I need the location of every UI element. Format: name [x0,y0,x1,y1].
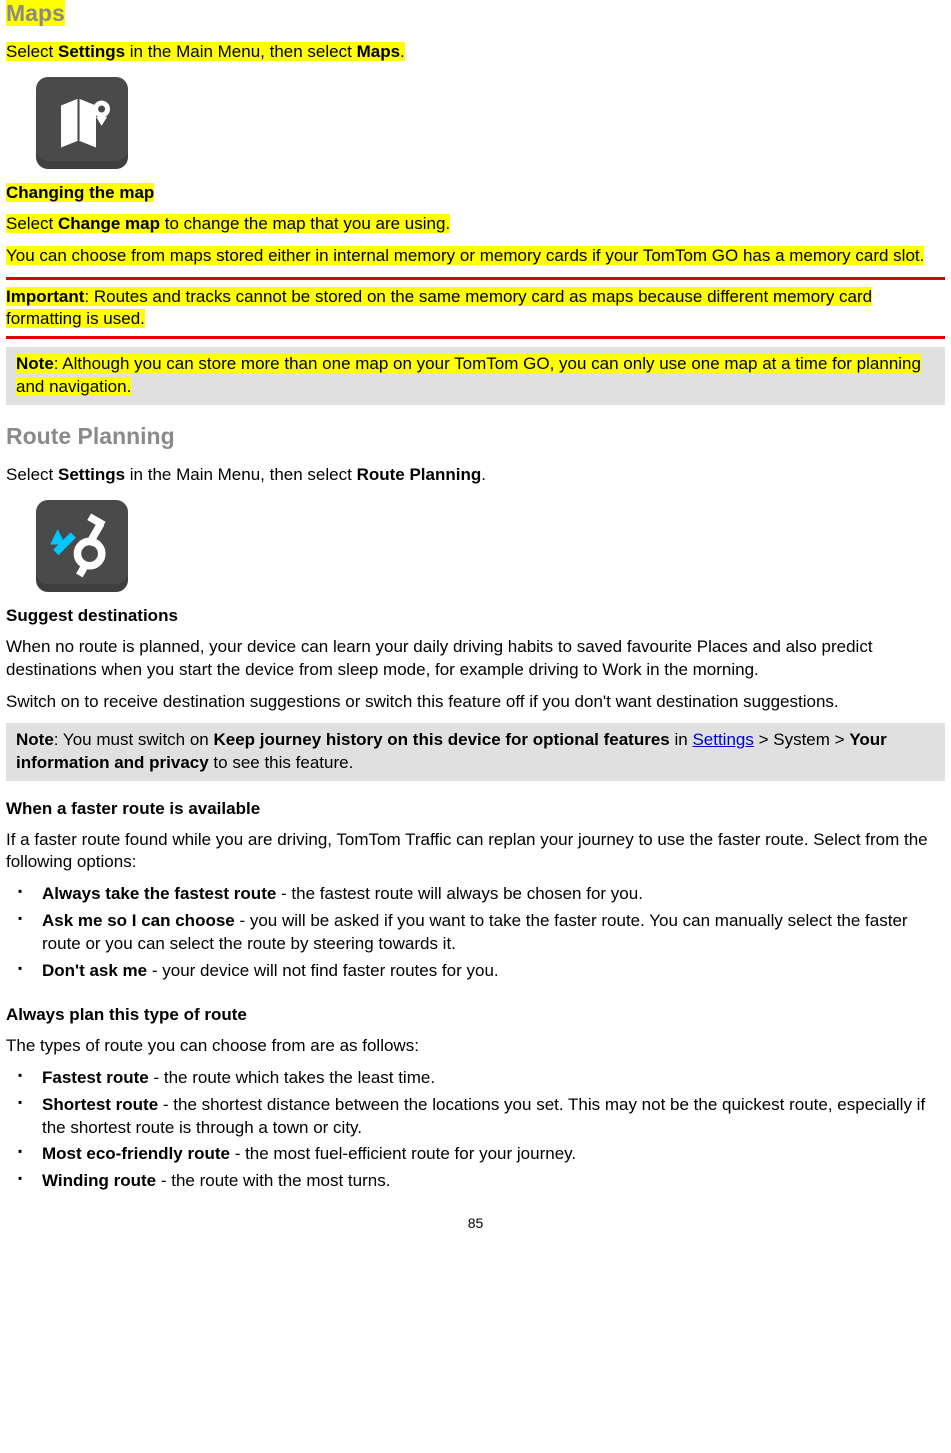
settings-label: Settings [58,42,125,61]
text: . [400,42,405,61]
note-label: Note [16,730,54,749]
option-label: Shortest route [42,1095,158,1114]
route-section: Route Planning Select Settings in the Ma… [6,423,945,1193]
text: to change the map that you are using. [160,214,450,233]
text: . [481,465,486,484]
text: > System > [754,730,849,749]
option-desc: - the route with the most turns. [156,1171,390,1190]
option-desc: - the route which takes the least time. [149,1068,435,1087]
text: in [670,730,693,749]
faster-options-list: Always take the fastest route - the fast… [6,883,945,983]
change-map-label: Change map [58,214,160,233]
option-label: Always take the fastest route [42,884,276,903]
page-number: 85 [6,1215,945,1231]
maps-note-box: Note: Although you can store more than o… [6,347,945,405]
option-desc: - the most fuel-efficient route for your… [230,1144,576,1163]
route-planning-icon [36,500,128,592]
suggest-subhead: Suggest destinations [6,606,178,625]
divider [6,277,945,280]
option-label: Fastest route [42,1068,149,1087]
change-map-line: Select Change map to change the map that… [6,213,945,235]
suggest-p2: Switch on to receive destination suggest… [6,691,945,713]
text: Select [6,42,58,61]
changing-map-subhead: Changing the map [6,183,154,202]
option-label: Ask me so I can choose [42,911,235,930]
list-item: Always take the fastest route - the fast… [6,883,945,906]
option-label: Winding route [42,1171,156,1190]
route-intro: Select Settings in the Main Menu, then s… [6,464,945,486]
plan-subhead: Always plan this type of route [6,1005,247,1024]
important-line: Important: Routes and tracks cannot be s… [6,286,945,330]
route-note-box: Note: You must switch on Keep journey hi… [6,723,945,781]
list-item: Most eco-friendly route - the most fuel-… [6,1143,945,1166]
text: to see this feature. [209,753,354,772]
text: in the Main Menu, then select [125,465,357,484]
suggest-p1: When no route is planned, your device ca… [6,636,945,680]
option-label: Most eco-friendly route [42,1144,230,1163]
maps-label: Maps [357,42,400,61]
text: in the Main Menu, then select [125,42,357,61]
section-heading-maps: Maps [6,0,65,26]
plan-intro: The types of route you can choose from a… [6,1035,945,1057]
list-item: Shortest route - the shortest distance b… [6,1094,945,1140]
section-heading-route: Route Planning [6,423,175,449]
settings-link[interactable]: Settings [692,730,753,749]
text: : Although you can store more than one m… [16,354,921,396]
list-item: Winding route - the route with the most … [6,1170,945,1193]
text: You can choose from maps stored either i… [6,246,924,265]
option-desc: - the shortest distance between the loca… [42,1095,925,1137]
faster-subhead: When a faster route is available [6,799,260,818]
memory-line: You can choose from maps stored either i… [6,245,945,267]
faster-intro: If a faster route found while you are dr… [6,829,945,873]
keep-history-label: Keep journey history on this device for … [213,730,669,749]
route-planning-label: Route Planning [357,465,482,484]
list-item: Ask me so I can choose - you will be ask… [6,910,945,956]
option-label: Don't ask me [42,961,147,980]
text: Select [6,465,58,484]
text: : You must switch on [54,730,214,749]
divider [6,336,945,339]
page-container: Maps Select Settings in the Main Menu, t… [0,0,951,1231]
text: Select [6,214,58,233]
settings-label: Settings [58,465,125,484]
plan-options-list: Fastest route - the route which takes th… [6,1067,945,1194]
important-label: Important [6,287,84,306]
list-item: Don't ask me - your device will not find… [6,960,945,983]
list-item: Fastest route - the route which takes th… [6,1067,945,1090]
option-desc: - the fastest route will always be chose… [276,884,643,903]
note-label: Note [16,354,54,373]
text: : Routes and tracks cannot be stored on … [6,287,872,328]
option-desc: - your device will not find faster route… [147,961,499,980]
maps-icon [36,77,128,169]
maps-intro: Select Settings in the Main Menu, then s… [6,41,945,63]
maps-section: Maps Select Settings in the Main Menu, t… [6,0,945,405]
